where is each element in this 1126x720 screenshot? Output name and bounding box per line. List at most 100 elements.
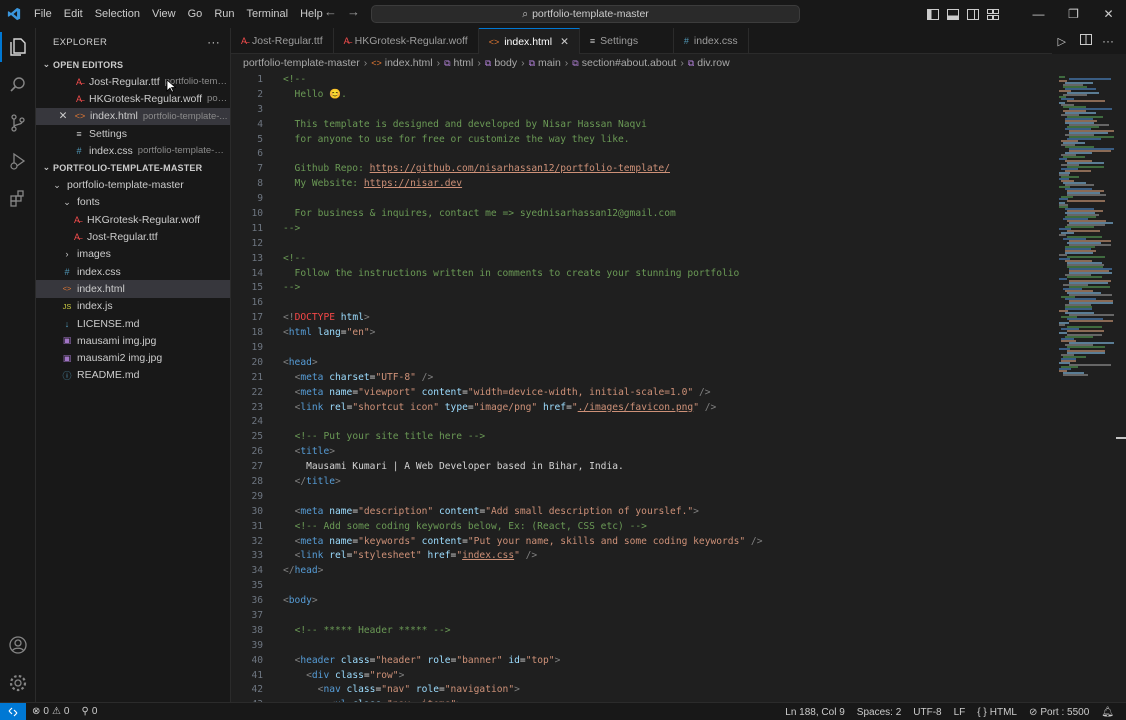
menu-item-edit[interactable]: Edit — [58, 3, 89, 25]
search-icon[interactable] — [0, 66, 36, 104]
end-of-line[interactable]: LF — [948, 707, 972, 718]
title-bar: File Edit Selection View Go Run Terminal Help ←… — [0, 0, 1126, 28]
close-window-button[interactable]: ✕ — [1091, 0, 1126, 28]
toggle-secondary-sidebar-icon[interactable] — [963, 0, 983, 28]
code-token: > — [398, 669, 405, 681]
tree-item[interactable]: ⌄ portfolio-template-master — [36, 176, 230, 193]
chevron-down-icon: ⌄ — [42, 162, 51, 173]
tree-item-name: mausami2 img.jpg — [77, 352, 163, 365]
settings-gear-icon[interactable] — [0, 664, 36, 702]
run-icon[interactable]: ▷ — [1052, 35, 1072, 48]
menu-item-view[interactable]: View — [146, 3, 182, 25]
open-editors-section[interactable]: ⌄ OPEN EDITORS — [36, 56, 230, 73]
menu-item-run[interactable]: Run — [208, 3, 240, 25]
minimap[interactable] — [1051, 72, 1126, 702]
history-nav: ← → — [324, 4, 360, 19]
menu-item-terminal[interactable]: Terminal — [241, 3, 295, 25]
live-server-port[interactable]: ⊘ Port : 5500 — [1023, 707, 1095, 718]
notifications-bell-icon[interactable]: 🔔︎ — [1095, 707, 1120, 718]
customize-layout-icon[interactable] — [983, 0, 1003, 28]
command-center-search[interactable]: ⌕ portfolio-template-master — [371, 5, 800, 23]
project-section[interactable]: ⌄ PORTFOLIO-TEMPLATE-MASTER — [36, 159, 230, 176]
problems-indicator[interactable]: ⊗ 0 ⚠ 0 — [26, 706, 75, 717]
tree-item[interactable]: ⌄ fonts — [36, 194, 230, 211]
toggle-panel-icon[interactable] — [943, 0, 963, 28]
tree-item[interactable]: ↓ LICENSE.md — [36, 315, 230, 332]
menu-item-go[interactable]: Go — [182, 3, 209, 25]
tab-settings[interactable]: ≡ Settings — [580, 28, 674, 54]
tab-jost-regular-ttf[interactable]: A̶ Jost-Regular.ttf — [231, 28, 334, 54]
encoding[interactable]: UTF-8 — [907, 707, 947, 718]
breadcrumb-item[interactable]: ⧉ html — [444, 57, 473, 69]
breadcrumb-item[interactable]: ⧉ section#about.about — [572, 57, 676, 69]
open-editor-item[interactable]: ≡ Settings — [36, 125, 230, 142]
open-editor-item[interactable]: ✕ <> index.html portfolio-template-... — [36, 107, 230, 125]
code-token: > — [363, 312, 370, 324]
forward-arrow-icon[interactable]: → — [347, 4, 360, 19]
code-token: type — [444, 401, 468, 413]
indentation[interactable]: Spaces: 2 — [851, 707, 907, 718]
settings-file-icon: ≡ — [76, 128, 82, 139]
breadcrumb-item[interactable]: <> index.html — [371, 57, 432, 69]
source-control-icon[interactable] — [0, 104, 36, 142]
tab-index-css[interactable]: # index.css — [674, 28, 749, 54]
tab-hkgrotesk-regular-woff[interactable]: A̶ HKGrotesk-Regular.woff — [334, 28, 479, 54]
more-actions-icon[interactable]: ··· — [1100, 34, 1116, 48]
remote-indicator-icon[interactable] — [0, 702, 26, 720]
code-token: for anyone to use for free or customize … — [283, 133, 630, 145]
restore-button[interactable]: ❐ — [1056, 0, 1091, 28]
menu-item-file[interactable]: File — [28, 3, 58, 25]
breadcrumb-item[interactable]: portfolio-template-master — [243, 57, 360, 69]
tree-item[interactable]: ⓘ README.md — [36, 367, 230, 384]
minimap-line — [1059, 332, 1067, 334]
split-editor-icon[interactable] — [1076, 34, 1096, 48]
img-file-icon: ▣ — [62, 335, 72, 346]
accounts-icon[interactable] — [0, 626, 36, 664]
tree-item[interactable]: › images — [36, 246, 230, 263]
line-number: 11 — [251, 222, 263, 234]
code-token: html — [340, 312, 364, 324]
ports-indicator[interactable]: ⚲ 0 — [75, 706, 103, 717]
breadcrumb-item[interactable]: ⧉ div.row — [688, 57, 730, 69]
minimap-line — [1059, 234, 1066, 236]
line-number: 38 — [251, 624, 263, 636]
breadcrumb-item[interactable]: ⧉ body — [485, 57, 517, 69]
menu-item-selection[interactable]: Selection — [89, 3, 146, 25]
run-debug-icon[interactable] — [0, 142, 36, 180]
tree-item[interactable]: ▣ mausami img.jpg — [36, 332, 230, 349]
tree-item[interactable]: ▣ mausami2 img.jpg — [36, 349, 230, 366]
toggle-primary-sidebar-icon[interactable] — [923, 0, 943, 28]
chevron-right-icon: › — [436, 57, 441, 69]
line-number: 17 — [251, 312, 263, 324]
code-token: <!-- Put your site title here --> — [294, 431, 486, 443]
tab-index-html[interactable]: <> index.html ✕ — [478, 28, 580, 54]
open-editor-item[interactable]: A̶ HKGrotesk-Regular.woff portf... — [36, 90, 230, 107]
back-arrow-icon[interactable]: ← — [324, 4, 337, 19]
line-content: Follow the instructions written in comme… — [263, 268, 740, 279]
close-icon[interactable]: ✕ — [560, 36, 569, 48]
code-editor[interactable]: 1 <!-- 2 Hello 😊. 3 4 This template is desig… — [231, 72, 1051, 702]
line-content: <title> — [263, 446, 335, 457]
extensions-icon[interactable] — [0, 180, 36, 218]
code-token: > — [311, 595, 318, 607]
open-editor-item[interactable]: # index.css portfolio-template-ma... — [36, 142, 230, 159]
breadcrumb-item[interactable]: ⧉ main — [529, 57, 561, 69]
tree-item-name: LICENSE.md — [77, 317, 140, 330]
language-mode[interactable]: { } HTML — [971, 707, 1023, 718]
open-editor-item[interactable]: A̶ Jost-Regular.ttf portfolio-templ... — [36, 73, 230, 90]
close-icon[interactable]: ✕ — [56, 110, 70, 122]
tree-item[interactable]: # index.css — [36, 263, 230, 280]
tree-item[interactable]: <> index.html — [36, 280, 230, 298]
minimize-button[interactable]: — — [1021, 0, 1056, 28]
line-content: <!-- Put your site title here --> — [263, 431, 486, 443]
line-number: 39 — [251, 639, 263, 651]
explorer-icon[interactable] — [0, 28, 36, 66]
tree-item[interactable]: A̶ Jost-Regular.ttf — [36, 228, 230, 245]
cursor-position[interactable]: Ln 188, Col 9 — [779, 707, 851, 718]
tree-item[interactable]: A̶ HKGrotesk-Regular.woff — [36, 211, 230, 228]
more-actions-icon[interactable]: ··· — [207, 35, 220, 49]
minimap-line — [1067, 276, 1102, 278]
tree-item[interactable]: JS index.js — [36, 298, 230, 315]
code-token: For business & inquires, contact me => s… — [283, 207, 676, 219]
code-token: ./images/favicon.png — [577, 401, 694, 413]
